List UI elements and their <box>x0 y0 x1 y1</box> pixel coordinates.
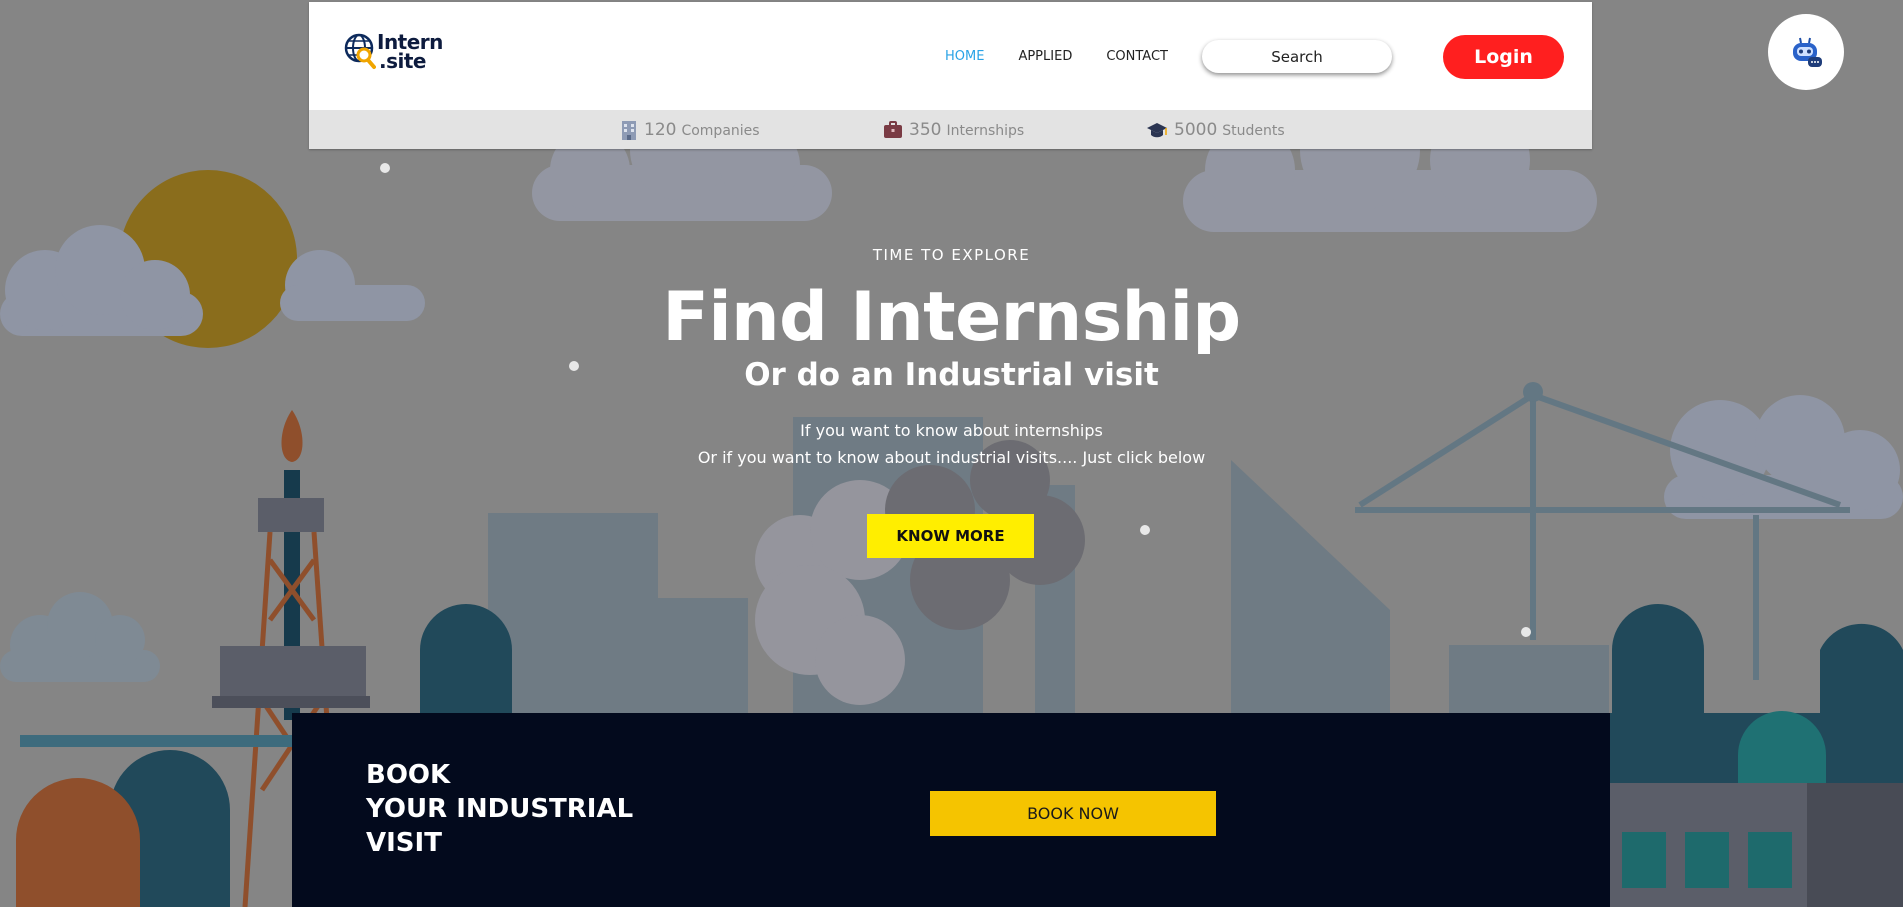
nav-contact[interactable]: CONTACT <box>1106 49 1168 64</box>
site-logo[interactable]: Intern .site <box>344 32 443 72</box>
booking-heading-line2: YOUR INDUSTRIAL <box>366 794 634 824</box>
logo-text: Intern .site <box>377 32 443 73</box>
stat-students: 5000 Students <box>1146 120 1285 140</box>
search-button[interactable]: Search <box>1202 40 1392 73</box>
robot-chat-icon <box>1793 37 1822 67</box>
stat-students-number: 5000 <box>1174 120 1218 140</box>
hero-eyebrow: TIME TO EXPLORE <box>872 246 1031 264</box>
know-more-button[interactable]: KNOW MORE <box>867 514 1034 558</box>
booking-section: BOOK YOUR INDUSTRIAL VISIT BOOK NOW <box>292 713 1610 907</box>
site-header: Intern .site HOME APPLIED CONTACT Search… <box>309 2 1592 149</box>
hero-description-line1: If you want to know about internships <box>800 421 1103 440</box>
login-button[interactable]: Login <box>1443 35 1564 79</box>
stat-students-label: Students <box>1222 123 1285 139</box>
stat-internships-label: Internships <box>946 123 1025 139</box>
stat-companies: 120 Companies <box>620 120 760 140</box>
stat-companies-number: 120 <box>644 120 677 140</box>
stats-bar: 120 Companies 350 Internships 5000 Stude… <box>309 110 1592 149</box>
main-nav: HOME APPLIED CONTACT <box>945 49 1202 64</box>
hero-subtitle: Or do an Industrial visit <box>744 357 1159 393</box>
globe-search-icon <box>344 33 376 69</box>
building-icon <box>622 121 636 140</box>
hero-description-line2: Or if you want to know about industrial … <box>697 448 1206 467</box>
stat-companies-label: Companies <box>681 123 760 139</box>
hero-title: Find Internship <box>662 278 1241 357</box>
logo-text-line2: .site <box>379 49 426 73</box>
stat-internships-number: 350 <box>909 120 942 140</box>
booking-heading: BOOK YOUR INDUSTRIAL VISIT <box>366 758 633 860</box>
stat-internships: 350 Internships <box>883 120 1024 140</box>
booking-heading-line1: BOOK <box>366 760 451 790</box>
nav-home[interactable]: HOME <box>945 49 984 64</box>
graduation-cap-icon <box>1147 123 1167 138</box>
booking-heading-line3: VISIT <box>366 828 442 858</box>
chatbot-button[interactable] <box>1768 14 1844 90</box>
nav-applied[interactable]: APPLIED <box>1018 49 1072 64</box>
book-now-button[interactable]: BOOK NOW <box>930 791 1216 836</box>
briefcase-icon <box>884 121 902 138</box>
